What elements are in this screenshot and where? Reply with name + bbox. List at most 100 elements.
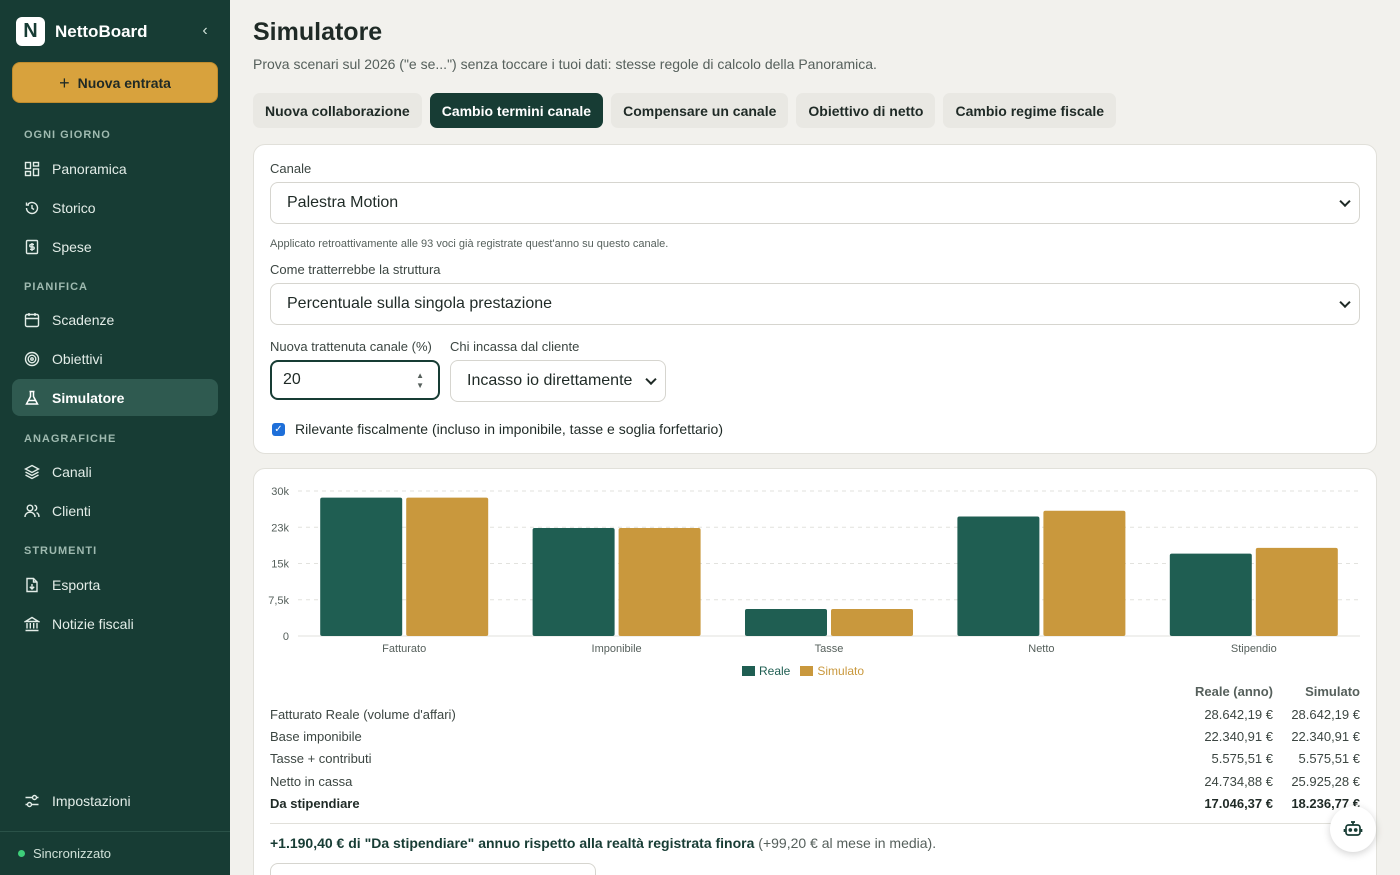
sidebar-item-storico[interactable]: Storico	[12, 189, 218, 226]
x-tick-label: Tasse	[815, 643, 844, 655]
sliders-icon	[25, 794, 39, 807]
x-tick-label: Fatturato	[382, 643, 426, 655]
flask-icon	[25, 390, 39, 405]
sidebar-item-label: Simulatore	[52, 389, 125, 406]
main-content: Simulatore Prova scenari sul 2026 ("e se…	[230, 0, 1400, 875]
sidebar-item-label: Storico	[52, 199, 96, 216]
fiscal-checkbox-row[interactable]: ✓ Rilevante fiscalmente (incluso in impo…	[272, 421, 723, 437]
table-row: Fatturato Reale (volume d'affari) 28.642…	[270, 707, 1360, 725]
row-label: Base imponibile	[270, 729, 362, 744]
plus-icon: +	[59, 72, 70, 93]
row-real: 24.734,88 €	[1204, 774, 1273, 789]
sidebar-item-scadenze[interactable]: Scadenze	[12, 301, 218, 338]
header-real: Reale (anno)	[1194, 684, 1273, 699]
x-tick-label: Netto	[1028, 643, 1054, 655]
robot-icon	[1343, 821, 1363, 836]
bar-netto-reale[interactable]	[957, 516, 1040, 636]
table-row: Tasse + contributi 5.575,51 € 5.575,51 €	[270, 751, 1360, 769]
chevron-down-icon	[1339, 296, 1351, 309]
row-label: Netto in cassa	[270, 774, 353, 789]
channel-select[interactable]: Palestra Motion	[270, 182, 1360, 224]
sync-status: Sincronizzato	[0, 831, 230, 875]
summary-text: +1.190,40 € di "Da stipendiare" annuo ri…	[270, 835, 936, 851]
channel-select-value: Palestra Motion	[287, 194, 399, 211]
sidebar-item-impostazioni[interactable]: Impostazioni	[12, 782, 218, 819]
target-icon	[24, 351, 40, 366]
sidebar: N NettoBoard ‹ + Nuova entrata OGNI GIOR…	[0, 0, 230, 875]
structure-select[interactable]: Percentuale sulla singola prestazione	[270, 283, 1360, 325]
page-subtitle: Prova scenari sul 2026 ("e se...") senza…	[253, 56, 877, 72]
sidebar-item-panoramica[interactable]: Panoramica	[12, 150, 218, 187]
row-simulated: 25.925,28 €	[1291, 774, 1360, 789]
legend-swatch-simulated	[800, 666, 814, 676]
bar-imponibile-reale[interactable]	[532, 528, 615, 636]
collector-label: Chi incassa dal cliente	[450, 339, 580, 354]
sidebar-item-simulatore[interactable]: Simulatore	[12, 379, 218, 416]
new-entry-label: Nuova entrata	[77, 74, 171, 91]
layers-icon	[24, 464, 40, 479]
section-label-daily: OGNI GIORNO	[24, 129, 111, 141]
bar-fatturato-simulato[interactable]	[406, 497, 489, 636]
scenario-tabs: Nuova collaborazione Cambio termini cana…	[253, 93, 1117, 128]
header-simulated: Simulato	[1305, 684, 1360, 699]
sidebar-item-spese[interactable]: Spese	[12, 228, 218, 265]
collapse-sidebar-icon[interactable]: ‹	[196, 22, 214, 40]
sidebar-item-label: Spese	[52, 238, 92, 255]
sidebar-item-obiettivi[interactable]: Obiettivi	[12, 340, 218, 377]
sidebar-item-notizie[interactable]: Notizie fiscali	[12, 605, 218, 642]
y-tick-label: 0	[283, 631, 289, 643]
row-real: 28.642,19 €	[1204, 707, 1273, 722]
bar-netto-simulato[interactable]	[1043, 510, 1126, 636]
assistant-button[interactable]	[1330, 806, 1376, 852]
bar-stipendio-simulato[interactable]	[1255, 547, 1338, 636]
chart-legend: Reale Simulato	[742, 664, 864, 678]
collector-select-value: Incasso io direttamente	[467, 372, 633, 389]
tab-cambio-regime-fiscale[interactable]: Cambio regime fiscale	[943, 93, 1117, 128]
tab-obiettivo-netto[interactable]: Obiettivo di netto	[796, 93, 936, 128]
users-icon	[24, 504, 40, 517]
bar-imponibile-simulato[interactable]	[618, 528, 701, 636]
page-title: Simulatore	[253, 18, 383, 46]
sidebar-item-esporta[interactable]: Esporta	[12, 566, 218, 603]
grid-icon	[24, 161, 40, 176]
fee-value: 20	[283, 371, 301, 388]
comparison-bar-chart: 0 7,5k 15k 23k 30k Fatturato Imponibile Tasse Ne…	[268, 486, 1360, 655]
legend-swatch-real	[742, 666, 755, 676]
sidebar-item-label: Scadenze	[52, 311, 115, 328]
sidebar-item-label: Esporta	[52, 576, 101, 593]
bar-tasse-reale[interactable]	[745, 609, 827, 636]
bar-tasse-simulato[interactable]	[831, 609, 913, 636]
legend-item-real[interactable]: Reale	[742, 664, 790, 678]
row-simulated: 28.642,19 €	[1291, 707, 1360, 722]
legend-item-simulated[interactable]: Simulato	[800, 664, 864, 678]
row-label: Tasse + contributi	[270, 751, 372, 766]
table-row: Netto in cassa 24.734,88 € 25.925,28 €	[270, 774, 1360, 792]
sidebar-item-canali[interactable]: Canali	[12, 453, 218, 490]
row-label: Da stipendiare	[270, 796, 360, 811]
sidebar-item-clienti[interactable]: Clienti	[12, 492, 218, 529]
y-tick-label: 15k	[271, 559, 289, 571]
brand[interactable]: N NettoBoard	[16, 17, 148, 46]
file-download-icon	[26, 577, 38, 592]
fee-number-input[interactable]: 20 ▲ ▼	[270, 360, 440, 400]
tab-nuova-collaborazione[interactable]: Nuova collaborazione	[253, 93, 422, 128]
brand-name: NettoBoard	[55, 21, 148, 41]
bank-icon	[24, 616, 40, 631]
section-label-plan: PIANIFICA	[24, 281, 88, 293]
app-logo: N	[16, 17, 45, 46]
bar-stipendio-reale[interactable]	[1169, 553, 1252, 636]
new-entry-button[interactable]: + Nuova entrata	[12, 62, 218, 103]
receipt-icon	[25, 239, 39, 254]
tab-compensare-canale[interactable]: Compensare un canale	[611, 93, 789, 128]
tab-cambio-termini-canale[interactable]: Cambio termini canale	[429, 93, 604, 128]
stepper-arrows-icon[interactable]: ▲ ▼	[416, 371, 424, 391]
sidebar-item-label: Panoramica	[52, 160, 127, 177]
fiscal-checkbox-label: Rilevante fiscalmente (incluso in imponi…	[295, 421, 723, 437]
table-header: Reale (anno) Simulato	[270, 684, 1360, 700]
collector-select[interactable]: Incasso io direttamente	[450, 360, 666, 402]
row-real: 22.340,91 €	[1204, 729, 1273, 744]
sidebar-item-label: Impostazioni	[52, 792, 131, 809]
fiscal-checkbox[interactable]: ✓	[272, 422, 285, 436]
action-box[interactable]	[270, 863, 596, 875]
bar-fatturato-reale[interactable]	[320, 497, 403, 636]
